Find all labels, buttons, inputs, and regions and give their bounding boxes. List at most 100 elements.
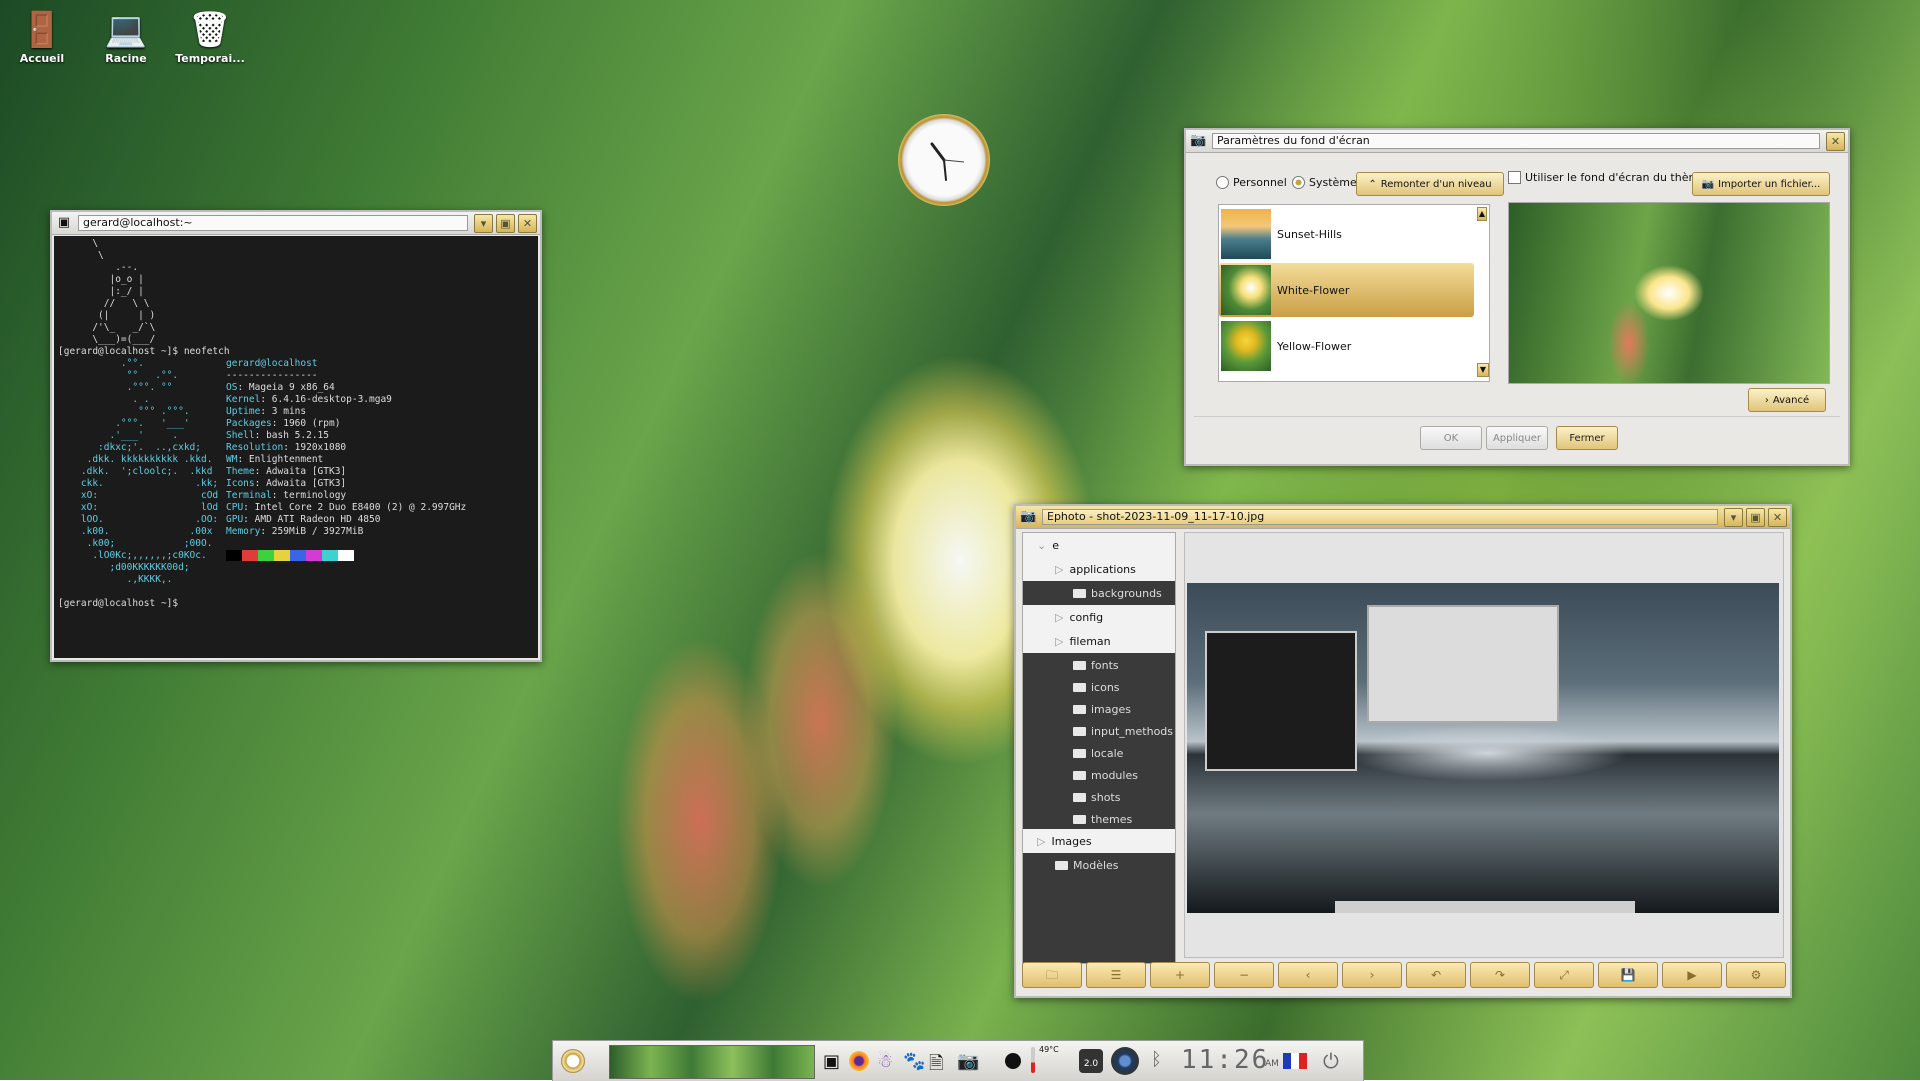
tree-item-label: input_methods (1091, 724, 1174, 738)
tree-item[interactable]: locale (1023, 741, 1175, 765)
list-scrollbar[interactable]: ▲ ▼ (1477, 207, 1489, 377)
zoom-in-button[interactable]: + (1150, 962, 1210, 988)
ephoto-titlebar[interactable]: 📷 Ephoto - shot-2023-11-09_11-17-10.jpg … (1016, 506, 1790, 529)
tree-item-label: fileman (1069, 634, 1111, 648)
flag-icon[interactable] (1283, 1053, 1307, 1069)
tree-item[interactable]: shots (1023, 785, 1175, 809)
wallpaper-name: Sunset-Hills (1277, 227, 1342, 241)
terminal-prompt: [gerard@localhost ~]$ neofetch (58, 346, 230, 357)
gimp-icon[interactable]: 🐾 (903, 1051, 925, 1072)
info-colon: : (237, 454, 249, 465)
tree-item[interactable]: icons (1023, 675, 1175, 699)
tree-item[interactable]: ▷ fileman (1023, 629, 1175, 653)
tree-item[interactable]: ⌄ e (1023, 533, 1175, 557)
close-button[interactable]: ✕ (1768, 507, 1787, 527)
wallpaper-titlebar[interactable]: 📷 Paramètres du fond d'écran ✕ (1186, 130, 1848, 153)
terminal-output[interactable]: \ \ .--. |o_o | |:_/ | // \ \ (| | ) /'\… (54, 236, 538, 658)
terminal-icon[interactable]: ▣ (823, 1051, 840, 1072)
tree-item[interactable]: Modèles (1023, 853, 1175, 877)
record-icon[interactable] (1005, 1053, 1021, 1069)
radio-system[interactable]: Système (1292, 176, 1357, 189)
up-level-button[interactable]: ⌃ Remonter d'un niveau (1356, 172, 1504, 196)
list-icon: ☰ (1110, 968, 1122, 982)
terminal-window[interactable]: ▣ gerard@localhost:~ ▾ ▣ ✕ \ \ .--. |o_o… (50, 210, 542, 662)
close-button[interactable]: ✕ (1826, 131, 1845, 151)
info-key: CPU (226, 502, 244, 513)
camera-icon[interactable]: 📷 (957, 1051, 979, 1072)
terminal-titlebar[interactable]: ▣ gerard@localhost:~ ▾ ▣ ✕ (52, 212, 540, 235)
previous-icon: ‹ (1305, 968, 1311, 982)
wallpaper-item-white-flower[interactable]: White-Flower (1219, 263, 1474, 317)
use-theme-checkbox[interactable]: Utiliser le fond d'écran du thème (1508, 171, 1706, 184)
power-icon[interactable]: ⏻ (1323, 1049, 1339, 1073)
tree-item[interactable]: input_methods (1023, 719, 1175, 743)
scroll-down-icon[interactable]: ▼ (1477, 363, 1489, 377)
minimize-button[interactable]: ▾ (1724, 507, 1743, 527)
radio-label: Personnel (1233, 176, 1287, 189)
minimize-button[interactable]: ▾ (474, 213, 493, 233)
tree-item[interactable]: backgrounds (1023, 581, 1175, 605)
color-swatch (322, 550, 338, 561)
fullscreen-button[interactable]: ⤢ (1534, 962, 1594, 988)
image-viewer[interactable] (1184, 532, 1784, 958)
bluetooth-icon[interactable]: ᛒ (1151, 1049, 1162, 1070)
tree-item[interactable]: ▷ applications (1023, 557, 1175, 581)
advanced-button[interactable]: › Avancé (1748, 388, 1826, 412)
separator: ---------------- (226, 370, 318, 381)
tree-item[interactable]: ▷ config (1023, 605, 1175, 629)
slideshow-button[interactable]: ▶ (1662, 962, 1722, 988)
tree-item[interactable]: themes (1023, 807, 1175, 831)
info-colon: : (243, 502, 255, 513)
folder-tree[interactable]: ⌄ e ▷ applications backgrounds ▷ config ▷ fi… (1022, 532, 1176, 964)
home-icon: 🚪 (20, 10, 64, 50)
tree-item[interactable]: fonts (1023, 653, 1175, 677)
next-button[interactable]: › (1342, 962, 1402, 988)
import-file-button[interactable]: 📷 Importer un fichier... (1692, 172, 1830, 196)
wallpaper-list[interactable]: Sunset-Hills White-Flower Yellow-Flower … (1218, 204, 1490, 382)
info-value: Adwaita [GTK3] (266, 478, 347, 489)
document-icon[interactable]: 🗎 (929, 1051, 943, 1081)
chevron-right-icon: ▷ (1055, 562, 1064, 576)
tree-item[interactable]: modules (1023, 763, 1175, 787)
slideshow-icon: ▶ (1687, 968, 1697, 982)
wallpaper-item-sunset-hills[interactable]: Sunset-Hills (1219, 207, 1474, 261)
ok-button[interactable]: OK (1420, 426, 1482, 450)
desktop-icon-root[interactable]: 💻 Racine (86, 8, 166, 65)
maximize-button[interactable]: ▣ (496, 213, 515, 233)
desktop-pager[interactable] (609, 1045, 815, 1079)
ghost-icon[interactable]: ☃ (877, 1051, 893, 1072)
info-colon: : (271, 490, 284, 501)
rotate-right-button[interactable]: ↷ (1470, 962, 1530, 988)
maximize-button[interactable]: ▣ (1746, 507, 1765, 527)
firefox-icon[interactable] (849, 1051, 869, 1071)
close-button[interactable]: ✕ (518, 213, 537, 233)
apply-button[interactable]: Appliquer (1486, 426, 1548, 450)
start-button[interactable] (561, 1049, 585, 1073)
ephoto-window[interactable]: 📷 Ephoto - shot-2023-11-09_11-17-10.jpg … (1014, 504, 1792, 998)
info-key: WM (226, 454, 238, 465)
info-value: Intel Core 2 Duo E8400 (2) @ 2.997GHz (254, 502, 467, 513)
wallpaper-settings-window[interactable]: 📷 Paramètres du fond d'écran ✕ Personnel… (1184, 128, 1850, 466)
tree-item[interactable]: images (1023, 697, 1175, 721)
wallpaper-thumbnail (1221, 321, 1271, 371)
close-dialog-button[interactable]: Fermer (1556, 426, 1618, 450)
wallpaper-item-yellow-flower[interactable]: Yellow-Flower (1219, 319, 1474, 373)
screenshot-image (1187, 583, 1779, 913)
tree-item[interactable]: ▷ Images (1023, 829, 1175, 853)
volume-icon[interactable] (1111, 1047, 1139, 1075)
zoom-out-button[interactable]: − (1214, 962, 1274, 988)
folder-icon (1073, 588, 1086, 598)
folder-icon (1073, 682, 1086, 692)
save-button[interactable]: 💾 (1598, 962, 1658, 988)
rotate-left-button[interactable]: ↶ (1406, 962, 1466, 988)
list-button[interactable]: ☰ (1086, 962, 1146, 988)
folder-button[interactable]: 🗀 (1022, 962, 1082, 988)
previous-button[interactable]: ‹ (1278, 962, 1338, 988)
settings-button[interactable]: ⚙ (1726, 962, 1786, 988)
analog-clock[interactable] (898, 114, 990, 206)
scroll-up-icon[interactable]: ▲ (1477, 207, 1487, 221)
clock-time[interactable]: 11:26 (1181, 1045, 1269, 1075)
desktop-icon-temp[interactable]: 🗑 Temporai... (170, 8, 250, 65)
desktop-icon-home[interactable]: 🚪 Accueil (2, 8, 82, 65)
radio-personal[interactable]: Personnel (1216, 176, 1287, 189)
